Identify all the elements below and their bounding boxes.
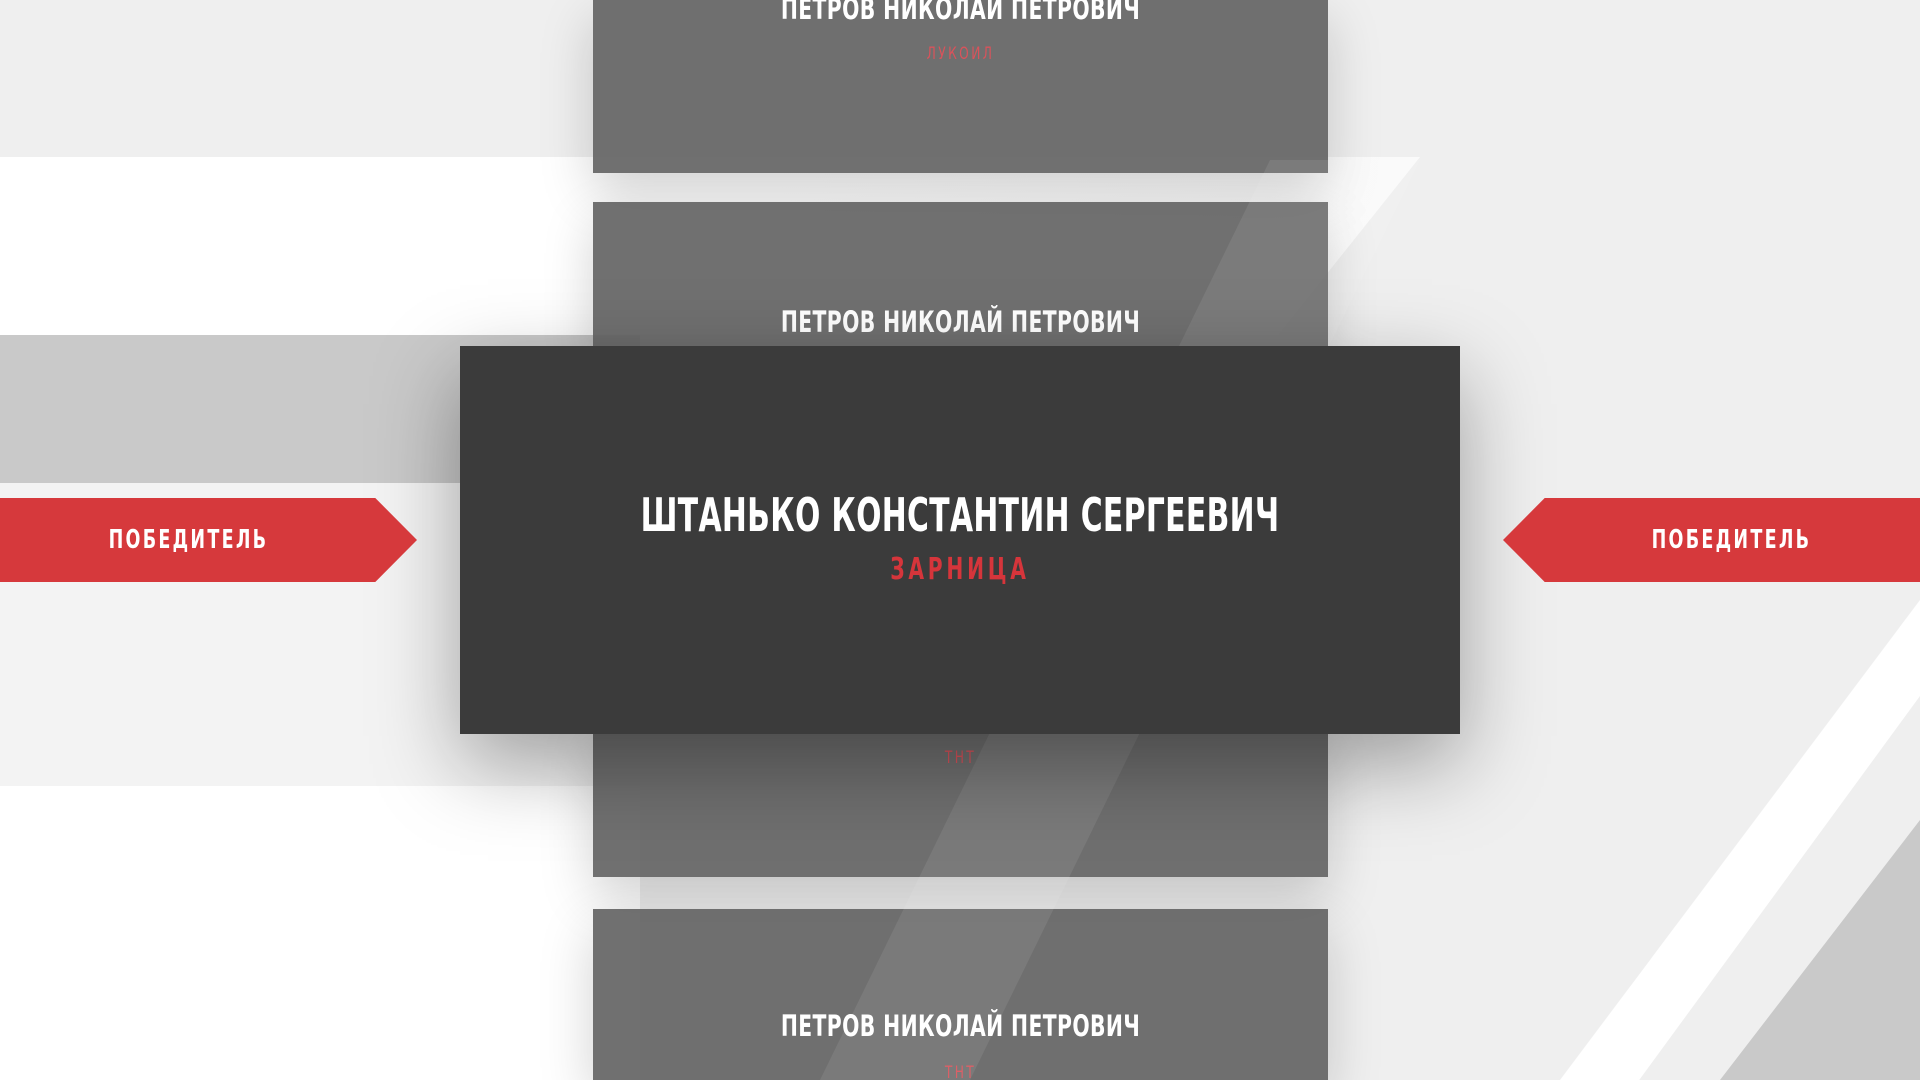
winner-ribbon-right: ПОБЕДИТЕЛЬ bbox=[1503, 498, 1920, 582]
winner-ribbon-label: ПОБЕДИТЕЛЬ bbox=[108, 525, 269, 555]
participant-org: ТНТ bbox=[944, 748, 977, 768]
background-band-bottom bbox=[0, 786, 640, 1080]
winner-card: ШТАНЬКО КОНСТАНТИН СЕРГЕЕВИЧ ЗАРНИЦА bbox=[460, 346, 1460, 734]
participant-card: ПЕТРОВ НИКОЛАЙ ПЕТРОВИЧ ЛУКОИЛ bbox=[593, 0, 1328, 173]
winner-ribbon-label: ПОБЕДИТЕЛЬ bbox=[1651, 525, 1812, 555]
winner-ribbon-left: ПОБЕДИТЕЛЬ bbox=[0, 498, 417, 582]
winner-name: ШТАНЬКО КОНСТАНТИН СЕРГЕЕВИЧ bbox=[640, 488, 1280, 542]
participant-name: ПЕТРОВ НИКОЛАЙ ПЕТРОВИЧ bbox=[780, 0, 1141, 26]
participant-org: ЛУКОИЛ bbox=[926, 44, 995, 64]
stage: ПЕТРОВ НИКОЛАЙ ПЕТРОВИЧ ЛУКОИЛ ПЕТРОВ НИ… bbox=[0, 0, 1920, 1080]
participant-name: ПЕТРОВ НИКОЛАЙ ПЕТРОВИЧ bbox=[780, 305, 1141, 339]
winner-org: ЗАРНИЦА bbox=[890, 552, 1030, 587]
